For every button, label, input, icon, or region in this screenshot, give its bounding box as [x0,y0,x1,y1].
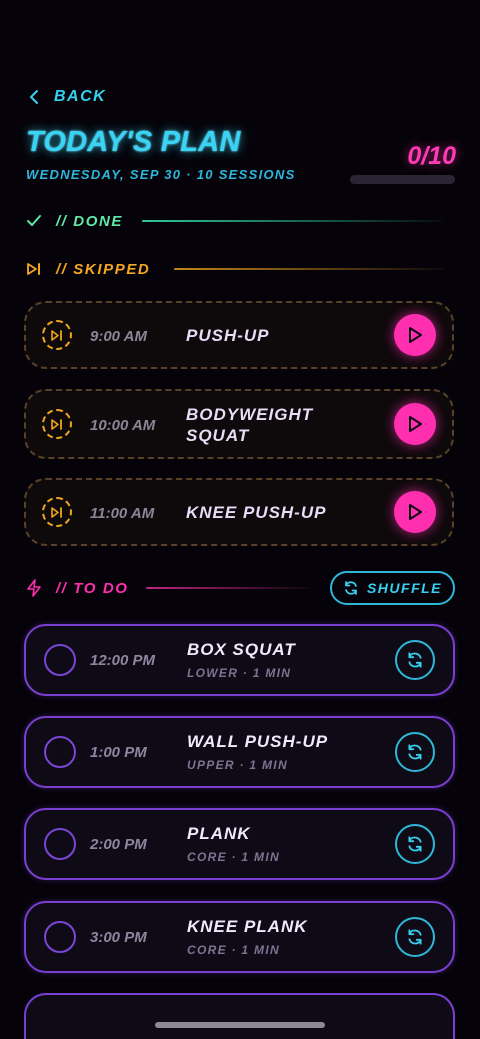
home-indicator[interactable] [155,1022,325,1028]
skipped-time: 11:00 AM [90,505,155,522]
todo-time: 1:00 PM [90,744,147,761]
chevron-left-icon [30,90,38,104]
section-todo: // TO DO [26,578,129,598]
todo-name: WALL PUSH-UP [187,732,329,751]
play-button[interactable] [394,403,436,445]
shuffle-button[interactable]: SHUFFLE [330,571,455,605]
skipped-time: 10:00 AM [90,417,156,434]
section-todo-label: // TO DO [56,579,129,597]
todo-meta: CORE · 1 MIN [187,943,280,957]
section-skipped-label: // SKIPPED [56,260,151,278]
todo-card[interactable]: 1:00 PM WALL PUSH-UP UPPER · 1 MIN [24,716,455,788]
play-icon [409,416,422,432]
refresh-icon [408,836,422,852]
section-done: // DONE [26,211,123,231]
todo-card-partial[interactable] [24,993,455,1039]
section-skipped: // SKIPPED [26,259,150,279]
page-title: TODAY'S PLAN [26,126,241,158]
refresh-icon [345,581,357,595]
todo-time: 2:00 PM [90,836,147,853]
section-skipped-divider [174,268,444,270]
todo-time: 12:00 PM [90,652,156,669]
refresh-icon [408,929,422,945]
refresh-icon [408,744,422,760]
todo-meta: CORE · 1 MIN [187,850,280,864]
todo-card[interactable]: 3:00 PM KNEE PLANK CORE · 1 MIN [24,901,455,973]
play-icon [409,327,422,343]
swap-button[interactable] [395,824,435,864]
section-todo-divider [146,587,311,589]
skip-forward-icon [42,409,72,439]
todo-name: PLANK [187,824,251,843]
skipped-card[interactable]: 10:00 AM BODYWEIGHT SQUAT [24,389,454,459]
skipped-card[interactable]: 9:00 AM PUSH-UP [24,301,454,369]
skip-forward-icon [42,497,72,527]
swap-button[interactable] [395,732,435,772]
todo-checkbox[interactable] [44,644,76,676]
todo-meta: LOWER · 1 MIN [187,666,292,680]
skipped-name: PUSH-UP [186,326,270,345]
todo-meta: UPPER · 1 MIN [187,758,288,772]
skipped-card[interactable]: 11:00 AM KNEE PUSH-UP [24,478,454,546]
page-subtitle: WEDNESDAY, SEP 30 · 10 SESSIONS [26,167,296,182]
todo-checkbox[interactable] [44,828,76,860]
play-icon [409,504,422,520]
refresh-icon [408,652,422,668]
skipped-name: KNEE PUSH-UP [186,503,327,522]
progress-count: 0/10 [407,142,456,170]
todo-name: BOX SQUAT [187,640,296,659]
progress-bar [350,175,455,184]
play-button[interactable] [394,314,436,356]
todo-name: KNEE PLANK [187,917,308,936]
lightning-icon [26,579,42,597]
todo-card[interactable]: 2:00 PM PLANK CORE · 1 MIN [24,808,455,880]
shuffle-label: SHUFFLE [366,580,443,596]
todo-time: 3:00 PM [90,929,147,946]
skip-forward-icon [26,261,42,277]
todo-card[interactable]: 12:00 PM BOX SQUAT LOWER · 1 MIN [24,624,455,696]
skipped-name: BODYWEIGHT SQUAT [186,405,314,445]
skip-forward-icon [42,320,72,350]
todo-checkbox[interactable] [44,921,76,953]
check-icon [26,213,42,229]
section-done-divider [142,220,442,222]
section-done-label: // DONE [56,212,124,230]
back-label: BACK [54,88,107,105]
back-button[interactable]: BACK [28,88,106,106]
skipped-time: 9:00 AM [90,328,147,345]
todo-checkbox[interactable] [44,736,76,768]
play-button[interactable] [394,491,436,533]
swap-button[interactable] [395,917,435,957]
swap-button[interactable] [395,640,435,680]
